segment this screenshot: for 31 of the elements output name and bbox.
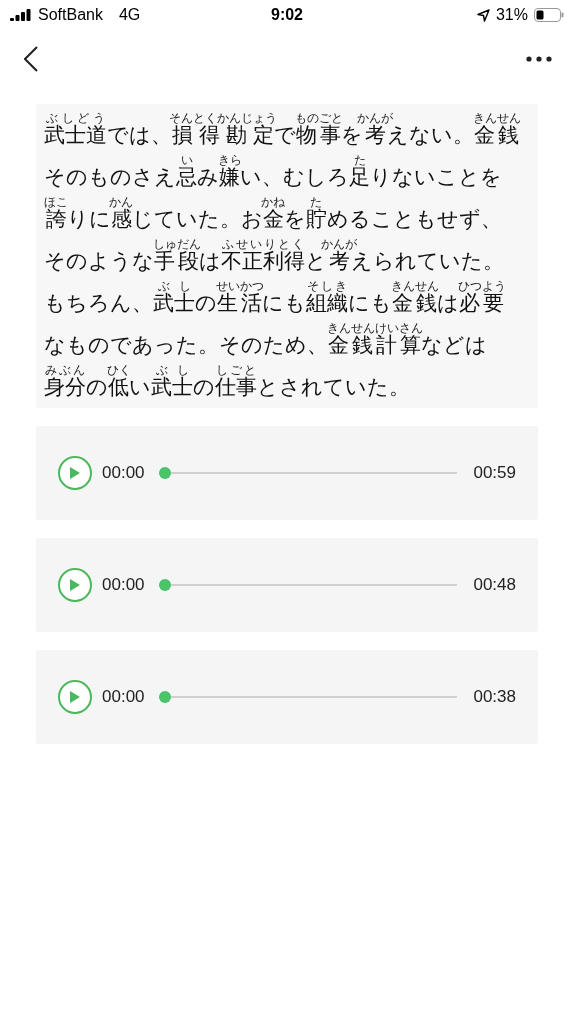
passage-line: なものであった。そのため、金銭計算 きんせんけいさん などは	[44, 320, 488, 359]
passage-line: 誇 ほこ りに感 かん じていた。お金 かね を貯 た めることもせず、	[44, 194, 503, 233]
duration-time: 00:59	[473, 463, 516, 483]
play-button[interactable]	[58, 680, 92, 714]
play-icon	[69, 578, 81, 592]
progress-thumb[interactable]	[158, 691, 171, 703]
carrier-name: SoftBank	[38, 6, 103, 24]
current-time: 00:00	[102, 575, 145, 595]
progress-thumb[interactable]	[158, 579, 171, 591]
progress-thumb[interactable]	[158, 467, 171, 479]
current-time: 00:00	[102, 687, 145, 707]
passage-line: もちろん、武士 ぶし の生活 せいかつ にも組織 そしき にも金銭 きんせん は必要 ひつよう	[44, 278, 507, 317]
play-button[interactable]	[58, 568, 92, 602]
clock-time: 9:02	[271, 6, 303, 24]
battery-icon	[534, 8, 564, 22]
play-button[interactable]	[58, 456, 92, 490]
passage-line: そのものさえ忌 い み嫌 きら い、むしろ足 た りないことを	[44, 152, 503, 191]
battery-percent: 31%	[495, 6, 528, 24]
location-arrow-icon	[476, 8, 490, 22]
more-icon	[526, 56, 552, 62]
signal-icon	[10, 9, 32, 21]
network-type: 4G	[118, 6, 141, 24]
chevron-left-icon	[24, 46, 38, 72]
play-icon	[69, 690, 81, 704]
play-icon	[69, 466, 81, 480]
duration-time: 00:48	[473, 575, 516, 595]
passage-line: 身分 みぶん の低 ひく い武士 ぶし の仕事 しごと とされていた。	[44, 362, 411, 401]
duration-time: 00:38	[473, 687, 516, 707]
passage-line: そのような手段 しゅだん は不正利得 ふせいりとく と 考 かんが えられていた。	[44, 236, 505, 275]
current-time: 00:00	[102, 463, 145, 483]
passage-line: 武士道 ぶしどう では、損得勘定 そんとくかんじょう で物事 ものごと を 考 かんが えない。金銭 きんせん	[44, 110, 522, 149]
